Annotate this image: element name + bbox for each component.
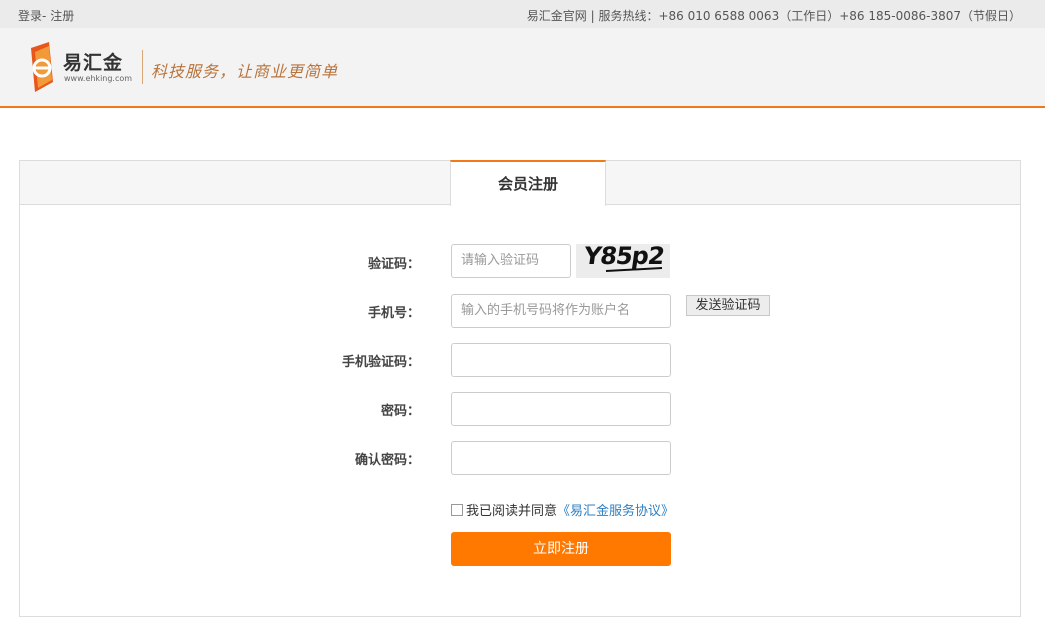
sms-code-input[interactable] — [451, 343, 671, 377]
agreement-text: 我已阅读并同意 — [466, 504, 558, 519]
phone-label: 手机号： — [367, 306, 420, 321]
logo-name: 易汇金 — [63, 52, 124, 74]
sms-code-label: 手机验证码： — [341, 355, 420, 370]
site-header: 易汇金 www.ehking.com 科技服务，让商业更简单 — [0, 28, 1045, 108]
captcha-input[interactable]: 请输入验证码 — [451, 244, 571, 278]
confirm-password-label: 确认密码： — [354, 453, 420, 468]
password-input[interactable] — [451, 392, 671, 426]
top-bar: 登录- 注册 易汇金官网 | 服务热线：+86 010 6588 0063（工作… — [0, 0, 1045, 28]
auth-links: 登录- 注册 — [18, 7, 74, 24]
logo-mark-icon — [31, 42, 53, 92]
slogan: 科技服务，让商业更简单 — [151, 62, 339, 81]
login-link[interactable]: 登录 — [18, 9, 42, 23]
panel-tabs: 会员注册 — [20, 160, 1020, 206]
agreement-checkbox[interactable] — [451, 504, 463, 516]
tab-register[interactable]: 会员注册 — [450, 160, 606, 206]
register-button[interactable]: 立即注册 — [451, 532, 671, 566]
auth-separator: - — [42, 9, 47, 23]
register-link[interactable]: 注册 — [50, 9, 74, 23]
password-label: 密码： — [380, 404, 420, 419]
logo-url: www.ehking.com — [64, 74, 133, 83]
logo-divider — [142, 50, 143, 84]
phone-input[interactable]: 输入的手机号码将作为账户名 — [451, 294, 671, 328]
captcha-label: 验证码： — [367, 257, 420, 272]
captcha-noise — [605, 267, 663, 272]
send-code-button[interactable]: 发送验证码 — [686, 295, 770, 316]
agreement-link[interactable]: 《易汇金服务协议》 — [557, 504, 674, 519]
confirm-password-input[interactable] — [451, 441, 671, 475]
captcha-image[interactable]: Y85p2 — [576, 244, 670, 278]
logo[interactable]: 易汇金 www.ehking.com — [27, 42, 137, 92]
contact-info: 易汇金官网 | 服务热线：+86 010 6588 0063（工作日）+86 1… — [526, 9, 1021, 23]
agreement: 我已阅读并同意《易汇金服务协议》 — [451, 500, 674, 519]
